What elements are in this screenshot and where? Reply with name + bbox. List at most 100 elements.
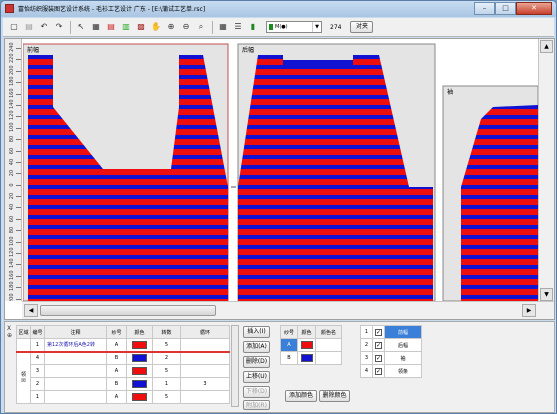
panel-label-front: 前幅 [27,46,39,54]
align-button[interactable]: 对夹 [350,21,374,33]
color-table-icon[interactable]: ▥ [120,21,132,33]
scroll-up-icon[interactable]: ▲ [540,40,553,53]
select-arrow-icon[interactable]: ↖ [75,21,87,33]
part-row[interactable]: 1 ✓ 前幅 [360,325,422,339]
pattern-canvas[interactable]: 240 220 200 180 160 140 120 100 80 60 40 20 0 20 40 60 8… [4,38,555,320]
part-name[interactable]: 前幅 [384,325,422,339]
part-name[interactable]: 后幅 [384,338,422,352]
ruler-tick-label: 80 [9,227,15,234]
zoom-out-icon[interactable]: ⊖ [180,21,192,33]
part-row[interactable]: 2 ✓ 后幅 [360,338,422,352]
row-cycle[interactable]: 3 [180,377,230,391]
yarn-color-name[interactable] [315,351,342,365]
check-icon[interactable]: ✓ [375,354,382,362]
yarn-icon[interactable]: ▮ [247,21,259,33]
table-icon[interactable]: ▦ [217,21,229,33]
row-cycle[interactable] [180,351,230,365]
yarn-id[interactable]: A [280,338,298,352]
new-icon[interactable]: ▢ [8,21,20,33]
attach-button[interactable]: 附加(R) [243,400,270,410]
color-swatch [132,380,147,388]
check-icon[interactable]: ✓ [375,341,382,349]
part-row[interactable]: 3 ✓ 袖 [360,351,422,365]
chart-icon[interactable]: ▤ [105,21,117,33]
row-turns[interactable]: 1 [152,377,181,391]
ruler-tick-mark [16,184,21,186]
yarn-color-name[interactable] [315,338,342,352]
row-turns[interactable]: 5 [152,390,181,404]
yarn-color[interactable] [297,351,316,365]
chevron-down-icon[interactable]: ▼ [312,22,321,32]
row-yarn[interactable]: B [106,377,127,391]
grid-color-icon[interactable]: ▩ [135,21,147,33]
text-icon[interactable]: ▦ [90,21,102,33]
row-note[interactable] [44,390,107,404]
row-color[interactable] [126,364,153,378]
row-note[interactable] [44,351,107,365]
scroll-down-icon[interactable]: ▼ [540,288,553,301]
yarn-id[interactable]: B [280,351,298,365]
move-up-button[interactable]: 上移(U) [243,371,270,383]
part-row[interactable]: 4 ✓ 领条 [360,364,422,378]
maximize-button[interactable]: □ [495,2,516,15]
yarn-color[interactable] [297,338,316,352]
row-color[interactable] [126,351,153,365]
row-cycle[interactable] [180,390,230,404]
table-row[interactable]: 3 A 5 [17,364,230,378]
row-cycle[interactable] [180,364,230,378]
scroll-left-icon[interactable]: ◀ [24,304,38,317]
part-visible-checkbox[interactable]: ✓ [372,351,385,365]
table-row[interactable]: 1 A 5 [17,390,230,404]
close-button[interactable]: ✕ [516,2,552,15]
add-color-button[interactable]: 添加颜色 [285,390,317,402]
check-icon[interactable]: ✓ [375,328,382,336]
undo-icon[interactable]: ↶ [38,21,50,33]
scroll-thumb[interactable] [40,305,216,316]
scroll-right-icon[interactable]: ▶ [522,304,536,317]
zoom-in-icon[interactable]: ⊕ [165,21,177,33]
row-turns[interactable]: 5 [152,364,181,378]
row-color[interactable] [126,338,153,352]
pane-pin-icon[interactable]: X ⊕ [7,325,12,339]
delete-button[interactable]: 删除(D) [243,356,270,368]
yarn-row[interactable]: A [280,338,342,352]
row-yarn[interactable]: A [106,338,127,352]
row-color[interactable] [126,390,153,404]
yarn-select[interactable]: M(●) ▼ [266,21,322,33]
table-scrollbar[interactable] [231,325,239,407]
horizontal-scrollbar[interactable]: ◀ ▶ [22,301,554,319]
part-name[interactable]: 领条 [384,364,422,378]
check-icon[interactable]: ✓ [375,367,382,375]
add-button[interactable]: 添加(A) [243,341,270,353]
redo-icon[interactable]: ↷ [53,21,65,33]
part-visible-checkbox[interactable]: ✓ [372,338,385,352]
part-name[interactable]: 袖 [384,351,422,365]
count-readout: 274 [330,23,342,31]
row-note[interactable] [44,377,107,391]
row-yarn[interactable]: A [106,390,127,404]
ruler-icon[interactable]: ☰ [232,21,244,33]
yarn-row[interactable]: B [280,351,342,365]
row-note[interactable]: 第12次循环后A色2转 [44,338,107,352]
checkbox-icon[interactable]: ☒ [21,378,25,384]
delete-color-button[interactable]: 删除颜色 [319,390,350,402]
table-row[interactable]: 领 ☒ 4 B 2 [16,351,230,404]
part-visible-checkbox[interactable]: ✓ [372,325,385,339]
row-yarn[interactable]: B [106,351,127,365]
vertical-scrollbar[interactable]: ▲ ▼ [538,39,554,302]
minimize-button[interactable]: – [474,2,495,15]
part-visible-checkbox[interactable]: ✓ [372,364,385,378]
row-cycle[interactable] [180,338,230,352]
row-turns[interactable]: 2 [152,351,181,365]
row-color[interactable] [126,377,153,391]
move-down-button[interactable]: 下移(D) [243,386,270,398]
table-row[interactable]: 1 第12次循环后A色2转 A 5 [16,338,230,352]
row-yarn[interactable]: A [106,364,127,378]
hand-icon[interactable]: ✋ [150,21,162,33]
open-icon[interactable]: ▤ [23,21,35,33]
table-row[interactable]: 2 B 13 [17,377,230,391]
zoom-icon[interactable]: ⌕ [195,21,207,33]
row-turns[interactable]: 5 [152,338,181,352]
row-note[interactable] [44,364,107,378]
insert-button[interactable]: 插入(I) [243,326,270,338]
